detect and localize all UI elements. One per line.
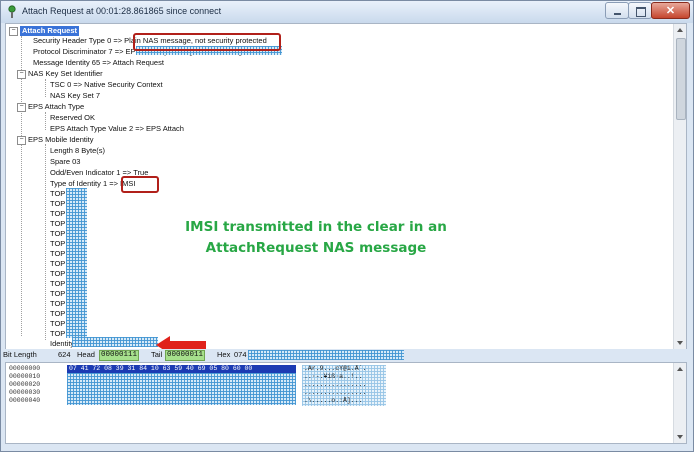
tree-item-top[interactable]: TOP: [50, 259, 65, 269]
tree-item-reserved[interactable]: Reserved OK: [50, 113, 95, 123]
redacted-overlay: [248, 350, 404, 360]
ascii-row: ..·-.¥iß·a..!..: [304, 373, 363, 380]
scroll-down-icon[interactable]: [677, 341, 683, 345]
hex-label: Hex: [217, 350, 231, 359]
scroll-down-icon[interactable]: [677, 435, 683, 439]
hex-offset: 00000010: [9, 373, 41, 380]
hex-value: 074: [234, 350, 247, 359]
bit-length-value: 624: [58, 350, 71, 359]
tail-label: Tail: [151, 350, 163, 359]
tree-item-length[interactable]: Length 8 Byte(s): [50, 146, 105, 156]
message-tree[interactable]: − Attach Request Security Header Type 0 …: [5, 23, 687, 350]
tree-item-eps-attach-type[interactable]: EPS Attach Type: [28, 102, 84, 112]
annotation-line-2: AttachRequest NAS message: [205, 240, 427, 256]
tree-item-top[interactable]: TOP: [50, 209, 65, 219]
annotation-callout: IMSI transmitted in the clear in an Atta…: [151, 217, 481, 259]
head-value: 00000111: [99, 350, 140, 361]
highlight-security-header: [133, 33, 281, 51]
tree-item-top[interactable]: TOP: [50, 309, 65, 319]
scroll-thumb[interactable]: [676, 38, 686, 120]
tree-guide-line: [45, 144, 46, 340]
tree-root-attach-request[interactable]: Attach Request: [20, 26, 80, 36]
tree-item-top[interactable]: TOP: [50, 219, 65, 229]
ascii-row: .Ar.9...cY@i.Ä`.: [304, 365, 367, 372]
ascii-row: ................: [304, 381, 367, 388]
window-title: Attach Request at 00:01:28.861865 since …: [22, 6, 222, 16]
tree-item-top[interactable]: TOP: [50, 249, 65, 259]
ascii-row: .\.....o.:Å]...: [304, 397, 363, 404]
tree-item-top[interactable]: TOP: [50, 319, 65, 329]
tree-item-top[interactable]: TOP: [50, 199, 65, 209]
redacted-overlay: [72, 337, 158, 347]
app-icon: [8, 5, 16, 18]
tree-item-nas-key-set-value[interactable]: NAS Key Set 7: [50, 91, 100, 101]
tree-item-eps-attach-value[interactable]: EPS Attach Type Value 2 => EPS Attach: [50, 124, 184, 134]
collapse-icon[interactable]: −: [17, 103, 26, 112]
hex-offset: 00000040: [9, 397, 41, 404]
collapse-icon[interactable]: −: [17, 136, 26, 145]
tree-item-top[interactable]: TOP: [50, 289, 65, 299]
hex-dump-pane[interactable]: 00000000 00000010 00000020 00000030 0000…: [5, 362, 687, 444]
tree-guide-line: [21, 36, 22, 336]
tail-value: 00000011: [165, 350, 206, 361]
close-button[interactable]: ✕: [651, 2, 690, 19]
tree-item-top[interactable]: TOP: [50, 239, 65, 249]
tree-item-eps-mobile-identity[interactable]: EPS Mobile Identity: [28, 135, 93, 145]
redacted-overlay: [67, 373, 296, 405]
tree-guide-line: [45, 112, 46, 130]
close-icon: ✕: [665, 5, 676, 17]
tree-item-top[interactable]: TOP: [50, 269, 65, 279]
tree-item-nas-key-set[interactable]: NAS Key Set Identifier: [28, 69, 103, 79]
minimize-button[interactable]: [605, 2, 629, 19]
tree-item-top[interactable]: TOP: [50, 329, 65, 339]
maximize-button[interactable]: [628, 2, 652, 19]
title-bar: Attach Request at 00:01:28.861865 since …: [1, 1, 693, 23]
ascii-row: ................: [304, 389, 367, 396]
tree-item-top[interactable]: TOP: [50, 299, 65, 309]
scroll-up-icon[interactable]: [677, 28, 683, 32]
tree-item-spare[interactable]: Spare 03: [50, 157, 80, 167]
tree-item-tsc[interactable]: TSC 0 => Native Security Context: [50, 80, 163, 90]
bit-length-label: Bit Length: [3, 350, 37, 359]
tree-item-message-identity[interactable]: Message Identity 65 => Attach Request: [33, 58, 164, 68]
tree-item-identity[interactable]: Identity: [50, 339, 74, 349]
scroll-up-icon[interactable]: [677, 367, 683, 371]
hex-offset: 00000020: [9, 381, 41, 388]
tree-item-top[interactable]: TOP: [50, 279, 65, 289]
hex-offset: 00000000: [9, 365, 41, 372]
tree-item-top[interactable]: TOP: [50, 229, 65, 239]
tree-item-top[interactable]: TOP: [50, 189, 65, 199]
attach-request-window: Attach Request at 00:01:28.861865 since …: [0, 0, 694, 452]
highlight-imsi: [121, 176, 159, 193]
redacted-overlay: [66, 188, 87, 338]
hex-selected-bytes[interactable]: 07 41 72 08 39 31 84 10 63 59 40 69 05 8…: [67, 365, 296, 373]
hex-offset: 00000030: [9, 389, 41, 396]
head-label: Head: [77, 350, 95, 359]
tree-scrollbar[interactable]: [673, 24, 686, 349]
hex-scrollbar[interactable]: [673, 363, 686, 443]
collapse-icon[interactable]: −: [17, 70, 26, 79]
tree-guide-line: [45, 79, 46, 97]
collapse-icon[interactable]: −: [9, 27, 18, 36]
status-bar: Bit Length 624 Head 00000111 Tail 000000…: [1, 349, 693, 361]
annotation-line-1: IMSI transmitted in the clear in an: [185, 219, 447, 235]
